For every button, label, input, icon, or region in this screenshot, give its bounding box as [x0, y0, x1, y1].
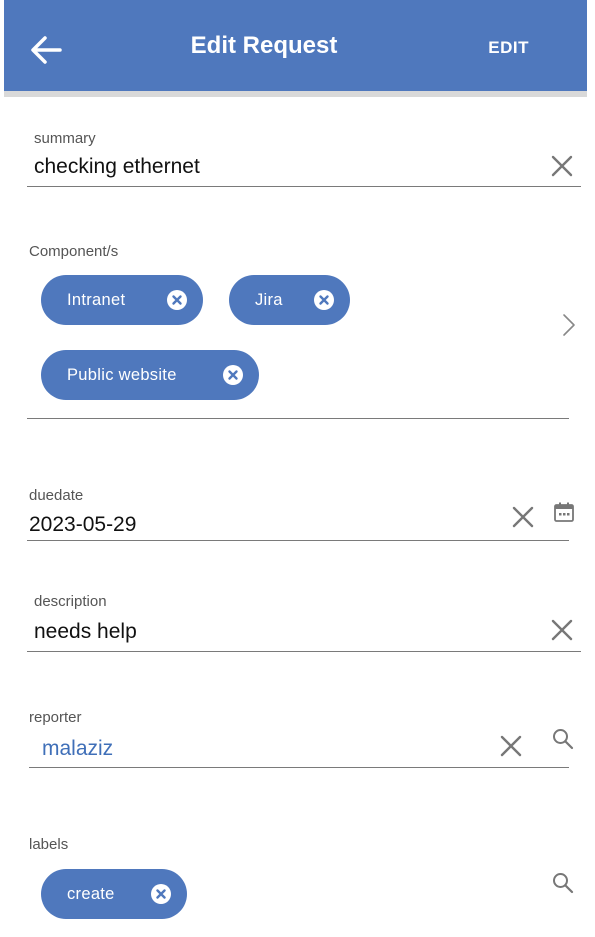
reporter-search-icon[interactable] — [552, 728, 574, 750]
chevron-right-icon[interactable] — [562, 313, 576, 337]
chip-label: create — [67, 884, 115, 903]
chip-close-icon[interactable] — [314, 290, 334, 310]
app-bar-shadow — [4, 91, 587, 97]
labels-label: labels — [29, 836, 69, 853]
summary-underline — [27, 186, 581, 187]
label-chip-create: create — [41, 869, 187, 919]
app-bar: Edit Request EDIT — [4, 0, 587, 91]
chip-close-icon[interactable] — [167, 290, 187, 310]
labels-search-icon[interactable] — [552, 872, 574, 894]
reporter-input[interactable]: malaziz — [42, 737, 113, 761]
reporter-label: reporter — [29, 709, 82, 726]
description-clear-icon[interactable] — [549, 617, 575, 643]
reporter-clear-icon[interactable] — [498, 733, 524, 759]
page-title: Edit Request — [190, 32, 338, 59]
duedate-label: duedate — [29, 487, 84, 504]
chip-close-icon[interactable] — [223, 365, 243, 385]
edit-button[interactable]: EDIT — [488, 38, 529, 58]
summary-label: summary — [34, 130, 96, 147]
duedate-input[interactable]: 2023-05-29 — [29, 513, 136, 537]
calendar-icon[interactable] — [553, 501, 575, 523]
summary-clear-icon[interactable] — [549, 153, 575, 179]
description-label: description — [34, 593, 107, 610]
description-underline — [27, 651, 581, 652]
duedate-underline — [27, 540, 569, 541]
chip-label: Intranet — [67, 290, 126, 309]
description-input[interactable]: needs help — [34, 620, 137, 644]
duedate-clear-icon[interactable] — [510, 504, 536, 530]
components-underline — [27, 418, 569, 419]
reporter-underline — [29, 767, 569, 768]
chip-label: Public website — [67, 365, 177, 384]
chip-close-icon[interactable] — [151, 884, 171, 904]
components-label: Component/s — [29, 243, 119, 260]
component-chip-jira: Jira — [229, 275, 350, 325]
summary-input[interactable]: checking ethernet — [34, 155, 200, 179]
component-chip-intranet: Intranet — [41, 275, 203, 325]
component-chip-public-website: Public website — [41, 350, 259, 400]
chip-label: Jira — [255, 290, 283, 309]
